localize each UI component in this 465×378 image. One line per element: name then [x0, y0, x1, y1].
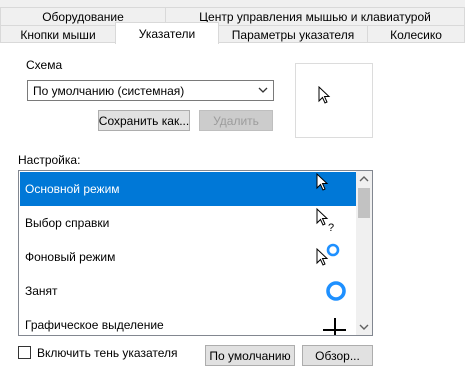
use-default-button[interactable]: По умолчанию: [205, 345, 295, 366]
scrollbar-thumb[interactable]: [358, 188, 370, 218]
tab-label: Колесико: [390, 27, 442, 42]
save-as-label: Сохранить как...: [98, 113, 190, 128]
scheme-legend: Схема: [24, 58, 65, 72]
cursor-label: Выбор справки: [25, 216, 110, 230]
tab-label: Параметры указателя: [231, 27, 355, 42]
cursor-list-scrollbar[interactable]: [356, 171, 372, 335]
shadow-checkbox-label: Включить тень указателя: [37, 346, 178, 360]
svg-text:?: ?: [328, 222, 334, 234]
list-item[interactable]: Занят: [20, 274, 356, 308]
scheme-select-value: По умолчанию (системная): [33, 83, 185, 98]
use-default-label: По умолчанию: [209, 348, 291, 363]
cursor-preview: [295, 63, 373, 138]
cursor-label: Графическое выделение: [25, 318, 164, 332]
tab-label: Указатели: [138, 26, 196, 41]
cursor-label: Занят: [25, 284, 58, 298]
cursor-label: Фоновый режим: [25, 250, 116, 264]
list-item[interactable]: Фоновый режим: [20, 240, 356, 274]
tab-label: Центр управления мышью и клавиатурой: [199, 9, 431, 24]
chevron-down-icon: [258, 87, 268, 93]
chevron-up-icon[interactable]: [359, 175, 369, 183]
tab-label: Кнопки мыши: [20, 27, 96, 42]
delete-button[interactable]: Удалить: [199, 110, 273, 131]
shadow-checkbox[interactable]: [18, 346, 31, 359]
tab-label: Оборудование: [42, 9, 124, 24]
list-item[interactable]: Графическое выделение: [20, 308, 356, 335]
browse-button[interactable]: Обзор...: [302, 345, 373, 366]
tab-pointers[interactable]: Указатели: [115, 22, 219, 44]
list-item[interactable]: Выбор справки ?: [20, 206, 356, 240]
help-select-cursor-icon: ?: [316, 207, 334, 234]
arrow-cursor-icon: [316, 172, 329, 191]
delete-label: Удалить: [213, 113, 259, 128]
save-as-button[interactable]: Сохранить как...: [98, 110, 190, 131]
list-item[interactable]: Основной режим: [20, 172, 356, 206]
scheme-select[interactable]: По умолчанию (системная): [27, 80, 274, 101]
cursor-list[interactable]: Основной режим Выбор справки ? Фоновый р…: [18, 170, 373, 336]
arrow-cursor-icon: [318, 86, 331, 104]
busy-cursor-icon: [326, 281, 346, 301]
working-in-background-cursor-icon: [316, 243, 340, 266]
cursor-label: Основной режим: [25, 182, 120, 196]
chevron-down-icon[interactable]: [359, 323, 369, 331]
precision-select-cursor-icon: [323, 318, 346, 335]
browse-label: Обзор...: [315, 348, 360, 363]
customize-label: Настройка:: [18, 153, 81, 167]
